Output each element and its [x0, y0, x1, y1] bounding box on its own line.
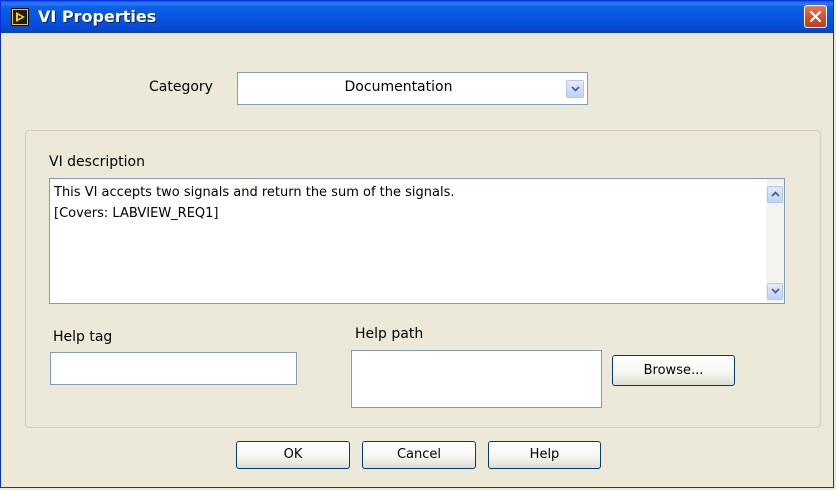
category-dropdown[interactable]: Documentation	[237, 72, 588, 105]
ok-button[interactable]: OK	[236, 441, 350, 469]
vertical-scrollbar[interactable]	[766, 179, 784, 303]
category-value: Documentation	[344, 79, 453, 95]
cancel-button[interactable]: Cancel	[362, 441, 476, 469]
help-path-input[interactable]	[351, 350, 602, 408]
scroll-down-button[interactable]	[767, 283, 783, 300]
chevron-down-icon	[771, 288, 780, 294]
title-bar[interactable]: VI Properties	[1, 1, 833, 33]
chevron-down-icon	[571, 86, 580, 92]
help-button[interactable]: Help	[488, 441, 601, 469]
chevron-up-icon	[771, 191, 780, 197]
dropdown-arrow-button[interactable]	[566, 80, 584, 98]
vi-properties-dialog: VI Properties Category Documentation VI …	[0, 0, 834, 488]
help-tag-label: Help tag	[53, 329, 113, 345]
window-title: VI Properties	[38, 7, 157, 26]
description-line: This VI accepts two signals and return t…	[54, 185, 455, 200]
close-icon	[809, 10, 822, 23]
browse-button[interactable]: Browse...	[612, 355, 735, 386]
help-tag-input[interactable]	[50, 352, 297, 385]
description-line: [Covers: LABVIEW_REQ1]	[54, 206, 219, 221]
help-path-label: Help path	[355, 326, 424, 342]
close-button[interactable]	[804, 5, 827, 28]
scroll-up-button[interactable]	[767, 186, 783, 203]
labview-vi-icon	[11, 8, 29, 26]
category-label: Category	[149, 79, 213, 95]
vi-description-textarea[interactable]: This VI accepts two signals and return t…	[49, 178, 785, 304]
vi-description-label: VI description	[49, 154, 145, 170]
